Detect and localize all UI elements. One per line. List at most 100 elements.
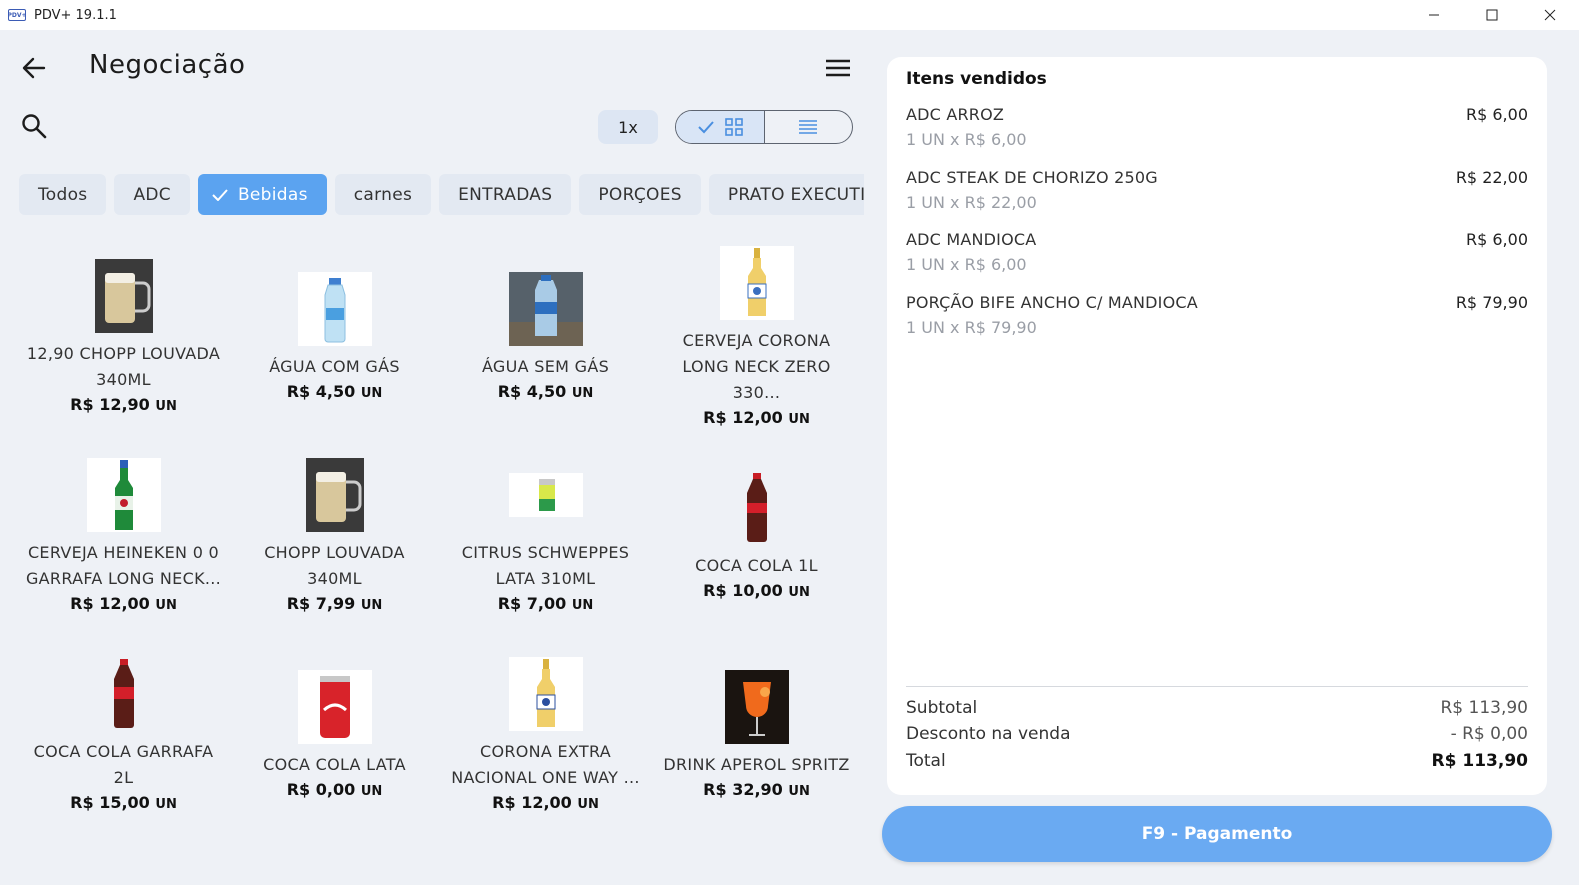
water-bottle-image [297,272,372,346]
category-chip-adc[interactable]: ADC [114,174,190,215]
cart-item[interactable]: ADC ARROZ R$ 6,00 1 UN x R$ 6,00 [906,105,1528,168]
category-chip-carnes[interactable]: carnes [334,174,432,215]
product-price: R$ 0,00 UN [286,780,383,799]
category-chip-porcoes[interactable]: PORÇOES [579,174,701,215]
product-card[interactable]: CERVEJA HEINEKEN 0 0 GARRAFA LONG NECK..… [18,449,229,648]
hamburger-menu-icon[interactable] [824,56,852,80]
minimize-icon [1429,14,1439,16]
cart-item-price: R$ 22,00 [1455,167,1528,187]
product-price: R$ 12,00 UN [703,408,810,427]
product-card[interactable]: CERVEJA CORONA LONG NECK ZERO 330... R$ … [651,246,862,449]
app-logo-icon: PDV+ [7,9,27,21]
product-name: ÁGUA SEM GÁS [481,357,610,376]
beer-bottle-image [719,246,794,320]
product-price: R$ 4,50 UN [286,382,383,401]
cart-item-list: ADC ARROZ R$ 6,00 1 UN x R$ 6,00 ADC STE… [906,105,1528,355]
cart-item[interactable]: ADC STEAK DE CHORIZO 250G R$ 22,00 1 UN … [906,168,1528,231]
discount-row: Desconto na venda - R$ 0,00 [906,724,1528,744]
category-chip-entradas[interactable]: ENTRADAS [439,174,572,215]
product-price: R$ 12,90 UN [70,395,177,414]
product-name: CHOPP LOUVADA 340ML [264,543,405,588]
product-name: COCA COLA LATA [263,755,406,774]
green-beer-bottle-image [86,458,161,532]
check-icon [212,188,228,201]
product-price: R$ 7,00 UN [497,594,594,613]
product-price: R$ 12,00 UN [70,594,177,613]
payment-button[interactable]: F9 - Pagamento [882,806,1552,862]
close-icon [1544,9,1556,21]
chopp-mug-image [298,458,372,532]
product-card[interactable]: ÁGUA COM GÁS R$ 4,50 UN [229,250,440,449]
product-card[interactable]: COCA COLA GARRAFA 2L R$ 15,00 UN [18,648,229,847]
sold-items-panel: Itens vendidos ADC ARROZ R$ 6,00 1 UN x … [887,57,1547,795]
cart-title: Itens vendidos [906,69,1047,89]
cart-item[interactable]: ADC MANDIOCA R$ 6,00 1 UN x R$ 6,00 [906,230,1528,293]
total-row: Total R$ 113,90 [906,751,1528,771]
product-price: R$ 12,00 UN [492,793,599,812]
product-card[interactable]: CORONA EXTRA NACIONAL ONE WAY ... R$ 12,… [440,648,651,847]
cocktail-glass-image [720,670,794,744]
product-card[interactable]: DRINK APEROL SPRITZ R$ 32,90 UN [651,648,862,847]
product-card[interactable]: ÁGUA SEM GÁS R$ 4,50 UN [440,250,651,449]
list-view-option[interactable] [765,111,853,143]
cart-item-name: ADC MANDIOCA [906,230,1037,249]
category-filter-bar: Todos ADC Bebidas carnes ENTRADAS PORÇOE… [19,174,864,216]
category-chip-bebidas[interactable]: Bebidas [197,174,327,215]
grid-icon [724,118,743,136]
minimize-button[interactable] [1405,0,1463,30]
product-price: R$ 10,00 UN [703,581,810,600]
chopp-mug-image [87,259,161,333]
window-title: PDV+ 19.1.1 [34,7,117,23]
subtotal-label: Subtotal [906,698,978,718]
product-name: 12,90 CHOPP LOUVADA 340ML [26,344,221,389]
product-name: COCA COLA 1L [695,556,818,575]
product-name: COCA COLA GARRAFA 2L [33,742,214,787]
cola-can-image [297,670,372,744]
cart-item-name: ADC STEAK DE CHORIZO 250G [906,167,1158,187]
product-card[interactable]: 12,90 CHOPP LOUVADA 340ML R$ 12,90 UN [18,250,229,449]
search-icon[interactable] [20,112,48,140]
subtotal-row: Subtotal R$ 113,90 [906,698,1528,718]
check-icon [698,121,714,134]
cart-item-name: PORÇÃO BIFE ANCHO C/ MANDIOCA [906,292,1198,312]
soda-can-image [508,458,583,532]
discount-label: Desconto na venda [906,724,1071,744]
category-chip-prato-executivo[interactable]: PRATO EXECUTIVO [708,174,864,215]
total-value: R$ 113,90 [1431,751,1528,771]
water-bottle-photo-image [508,272,583,346]
product-card[interactable]: COCA COLA LATA R$ 0,00 UN [229,648,440,847]
cola-bottle-image [720,471,794,545]
product-card[interactable]: CHOPP LOUVADA 340ML R$ 7,99 UN [229,449,440,648]
page-title: Negociação [89,50,246,80]
quantity-multiplier-button[interactable]: 1x [598,110,658,144]
product-card[interactable]: COCA COLA 1L R$ 10,00 UN [651,449,862,648]
summary-divider [906,686,1528,687]
cart-item-detail: 1 UN x R$ 79,90 [906,317,1037,337]
beer-bottle-image [508,657,583,731]
product-name: CITRUS SCHWEPPES LATA 310ML [461,543,630,588]
maximize-icon [1486,9,1498,21]
product-price: R$ 7,99 UN [286,594,383,613]
view-mode-toggle [675,110,853,144]
back-arrow-icon[interactable] [20,54,48,82]
cart-item[interactable]: PORÇÃO BIFE ANCHO C/ MANDIOCA R$ 79,90 1… [906,293,1528,356]
maximize-button[interactable] [1463,0,1521,30]
category-chip-todos[interactable]: Todos [19,174,107,215]
subtotal-value: R$ 113,90 [1440,698,1528,718]
product-name: CORONA EXTRA NACIONAL ONE WAY ... [451,742,640,787]
window-titlebar: PDV+ PDV+ 19.1.1 [0,0,1579,30]
product-price: R$ 15,00 UN [70,793,177,812]
list-icon [799,120,818,134]
cart-item-detail: 1 UN x R$ 6,00 [906,130,1027,149]
product-grid: 12,90 CHOPP LOUVADA 340ML R$ 12,90 UN ÁG… [18,246,864,847]
total-label: Total [906,751,946,771]
product-name: ÁGUA COM GÁS [269,357,400,376]
product-card[interactable]: CITRUS SCHWEPPES LATA 310ML R$ 7,00 UN [440,449,651,648]
product-name: DRINK APEROL SPRITZ [663,755,850,774]
close-window-button[interactable] [1521,0,1579,30]
cart-item-price: R$ 6,00 [1465,105,1528,124]
product-price: R$ 4,50 UN [497,382,594,401]
product-price: R$ 32,90 UN [703,780,810,799]
cart-item-price: R$ 6,00 [1465,230,1528,249]
grid-view-option[interactable] [676,111,765,143]
